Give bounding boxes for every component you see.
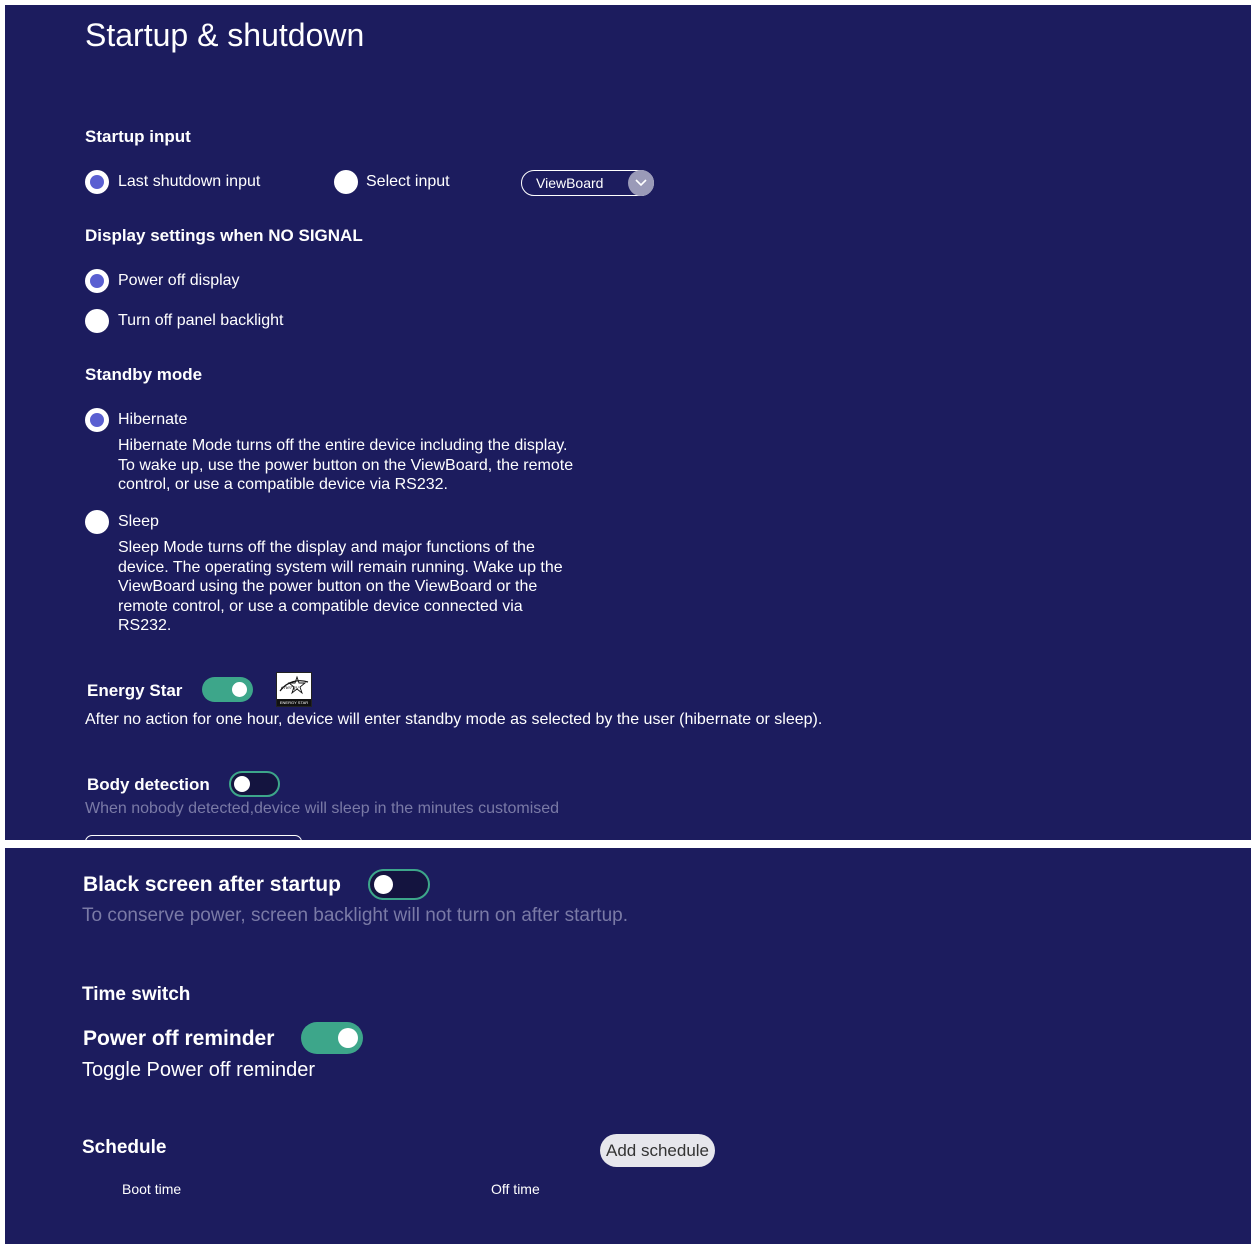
select-input-label[interactable]: Select input xyxy=(366,173,450,191)
toggle-knob xyxy=(232,682,247,697)
energy-star-toggle[interactable] xyxy=(202,677,253,702)
hibernate-description: Hibernate Mode turns off the entire devi… xyxy=(118,437,574,493)
power-off-display-label[interactable]: Power off display xyxy=(118,272,240,290)
input-source-value: ViewBoard xyxy=(536,175,604,191)
power-off-reminder-label: Power off reminder xyxy=(83,1027,275,1050)
radio-select-input[interactable] xyxy=(334,170,358,194)
sleep-label[interactable]: Sleep xyxy=(118,513,159,531)
toggle-knob xyxy=(374,875,393,894)
add-schedule-button[interactable]: Add schedule xyxy=(600,1134,715,1167)
radio-last-shutdown-input[interactable] xyxy=(85,170,109,194)
settings-panel-top: Startup & shutdown Startup input Last sh… xyxy=(5,5,1251,840)
cut-off-control[interactable] xyxy=(85,835,302,840)
radio-turn-off-backlight[interactable] xyxy=(85,309,109,333)
black-screen-toggle[interactable] xyxy=(368,869,430,900)
power-off-reminder-description: Toggle Power off reminder xyxy=(82,1059,316,1081)
off-time-column-header: Off time xyxy=(491,1181,540,1197)
schedule-heading: Schedule xyxy=(82,1137,167,1158)
toggle-knob xyxy=(234,776,250,792)
svg-text:energy: energy xyxy=(281,685,299,691)
settings-panel-bottom: Black screen after startup To conserve p… xyxy=(5,848,1251,1244)
radio-power-off-display[interactable] xyxy=(85,269,109,293)
body-detection-toggle[interactable] xyxy=(229,771,280,797)
last-shutdown-input-label[interactable]: Last shutdown input xyxy=(118,173,260,191)
no-signal-heading: Display settings when NO SIGNAL xyxy=(85,226,363,245)
standby-mode-heading: Standby mode xyxy=(85,365,203,384)
turn-off-backlight-label[interactable]: Turn off panel backlight xyxy=(118,312,283,330)
boot-time-column-header: Boot time xyxy=(122,1181,182,1197)
energy-star-label: Energy Star xyxy=(87,681,183,700)
startup-input-heading: Startup input xyxy=(85,127,191,146)
radio-hibernate[interactable] xyxy=(85,408,109,432)
energy-star-logo: energy ENERGY STAR xyxy=(276,672,312,707)
power-off-reminder-toggle[interactable] xyxy=(301,1022,363,1054)
body-detection-description: When nobody detected,device will sleep i… xyxy=(85,800,560,817)
black-screen-label: Black screen after startup xyxy=(83,873,341,896)
energy-star-description: After no action for one hour, device wil… xyxy=(85,711,823,728)
input-source-dropdown[interactable]: ViewBoard xyxy=(521,170,654,196)
energy-star-logo-text: ENERGY STAR xyxy=(277,699,311,706)
sleep-description: Sleep Mode turns off the display and maj… xyxy=(118,539,563,634)
time-switch-heading: Time switch xyxy=(82,984,191,1005)
black-screen-description: To conserve power, screen backlight will… xyxy=(82,905,628,926)
body-detection-label: Body detection xyxy=(87,775,210,794)
toggle-knob xyxy=(338,1028,358,1048)
chevron-down-icon[interactable] xyxy=(628,170,654,196)
hibernate-label[interactable]: Hibernate xyxy=(118,411,187,429)
page-title: Startup & shutdown xyxy=(85,17,365,53)
radio-sleep[interactable] xyxy=(85,510,109,534)
